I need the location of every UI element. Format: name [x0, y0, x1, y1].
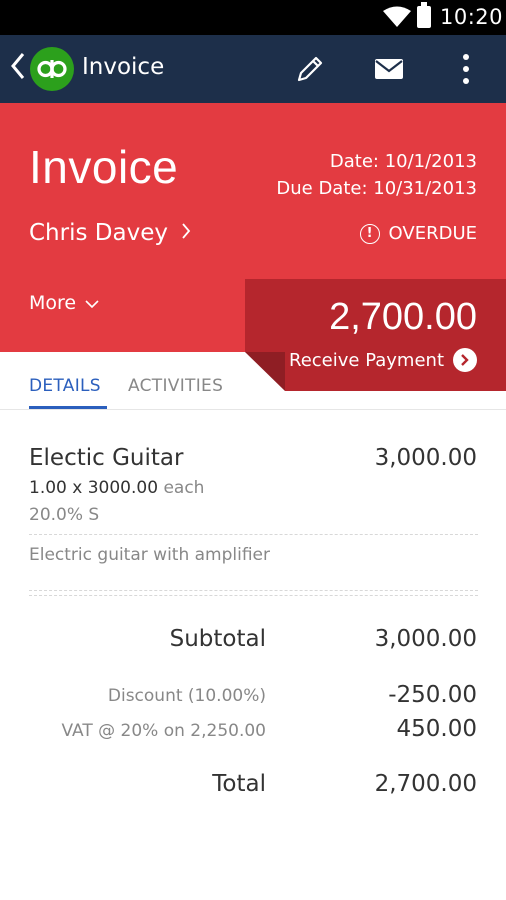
line-item-quantity: 1.00 x 3000.00 each [29, 478, 204, 498]
status-time: 10:20 [440, 5, 504, 29]
wifi-icon [382, 6, 412, 32]
battery-icon [417, 2, 431, 28]
alert-circle-icon: ! [359, 223, 380, 244]
quickbooks-logo[interactable] [30, 47, 74, 91]
chevron-down-icon [84, 292, 100, 314]
payment-panel-fold [245, 352, 285, 391]
line-item-unit: each [163, 478, 205, 498]
overflow-menu-icon[interactable] [452, 53, 484, 85]
arrow-circle-right-icon [453, 348, 477, 372]
total-label: Total [212, 771, 266, 797]
line-item-description: Electric guitar with amplifier [29, 545, 271, 565]
pencil-icon[interactable] [294, 53, 326, 85]
receive-payment-label: Receive Payment [289, 349, 444, 371]
action-bar: Invoice [0, 35, 506, 103]
divider [29, 595, 478, 596]
document-type-title: Invoice [29, 141, 179, 193]
divider [29, 590, 478, 591]
chevron-right-icon [181, 221, 191, 245]
discount-value: -250.00 [388, 682, 477, 708]
mail-icon[interactable] [373, 53, 405, 85]
back-chevron-icon[interactable] [9, 51, 27, 87]
status-text: OVERDUE [388, 223, 477, 244]
vat-value: 450.00 [396, 716, 477, 742]
subtotal-label: Subtotal [169, 626, 266, 652]
tab-activities[interactable]: ACTIVITIES [128, 376, 223, 396]
line-item-name[interactable]: Electic Guitar [29, 445, 183, 471]
receive-payment-button[interactable]: Receive Payment [289, 348, 477, 372]
more-label: More [29, 292, 77, 314]
app-title: Invoice [82, 54, 165, 80]
status-badge: ! OVERDUE [359, 223, 477, 244]
vat-label: VAT @ 20% on 2,250.00 [61, 721, 266, 741]
customer-link[interactable]: Chris Davey [29, 220, 191, 246]
tab-details[interactable]: DETAILS [29, 376, 101, 396]
line-item-amount: 3,000.00 [374, 445, 477, 471]
tab-divider [0, 409, 506, 410]
more-toggle[interactable]: More [29, 292, 100, 314]
divider [29, 534, 478, 535]
line-item-tax: 20.0% S [29, 505, 100, 525]
balance-amount: 2,700.00 [329, 296, 477, 338]
discount-label: Discount (10.00%) [107, 686, 266, 706]
status-bar: 10:20 [0, 0, 506, 35]
customer-name: Chris Davey [29, 220, 168, 246]
line-item-quantity-value: 1.00 x 3000.00 [29, 478, 159, 498]
invoice-due-date: Due Date: 10/31/2013 [276, 178, 477, 199]
total-value: 2,700.00 [374, 771, 477, 797]
invoice-date: Date: 10/1/2013 [329, 151, 477, 172]
subtotal-value: 3,000.00 [374, 626, 477, 652]
